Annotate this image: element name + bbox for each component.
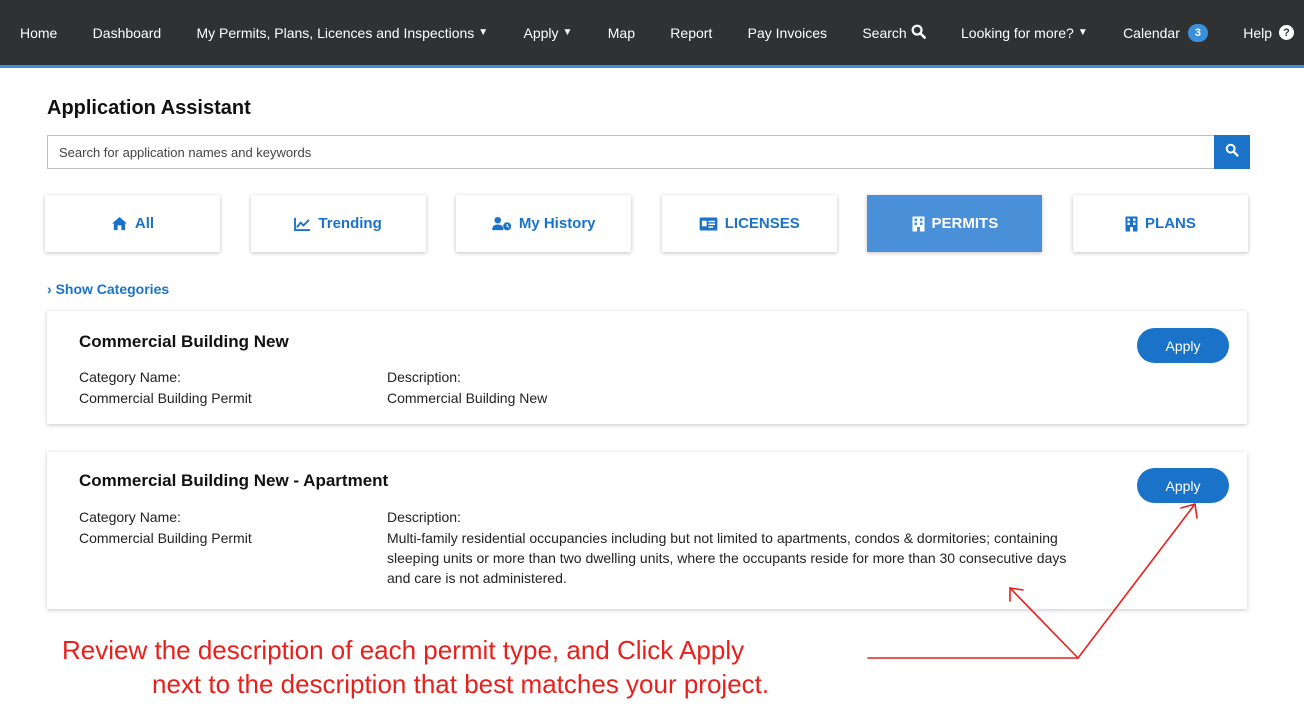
description-text: Commercial Building New: [387, 388, 547, 408]
tab-permits[interactable]: PERMITS: [867, 195, 1043, 252]
nav-home[interactable]: Home: [20, 25, 57, 41]
caret-down-icon: ▼: [1077, 27, 1088, 38]
tab-all-label: All: [134, 215, 155, 232]
description-text: Multi-family residential occupancies inc…: [387, 528, 1177, 588]
nav-my-permits-label: My Permits, Plans, Licences and Inspecti…: [196, 24, 475, 41]
show-categories-link[interactable]: › Show Categories: [47, 281, 169, 297]
nav-dashboard[interactable]: Dashboard: [93, 25, 162, 41]
tab-my-history[interactable]: My History: [456, 195, 632, 252]
search-input[interactable]: [47, 135, 1214, 169]
nav-help-label: Help: [1243, 24, 1272, 41]
tab-plans[interactable]: PLANS: [1072, 195, 1248, 252]
show-categories-label: Show Categories: [55, 281, 170, 297]
tab-trending[interactable]: Trending: [250, 195, 426, 252]
category-name-value: Commercial Building Permit: [79, 390, 252, 406]
nav-apply[interactable]: Apply ▼: [524, 25, 573, 41]
nav-my-permits[interactable]: My Permits, Plans, Licences and Inspecti…: [196, 25, 488, 41]
building-icon: [912, 216, 925, 232]
calendar-count-badge: 3: [1187, 23, 1208, 42]
tab-licenses-label: LICENSES: [724, 215, 800, 232]
home-icon: [111, 216, 128, 231]
nav-map-label: Map: [607, 24, 635, 41]
permit-card: Commercial Building New - Apartment Cate…: [47, 452, 1247, 609]
nav-dashboard-label: Dashboard: [92, 24, 162, 41]
category-name-label: Category Name:: [79, 369, 181, 385]
description-line: sleeping units or more than two dwelling…: [387, 550, 1067, 566]
nav-apply-label: Apply: [523, 24, 559, 41]
search-icon: [911, 24, 926, 42]
nav-pay-invoices[interactable]: Pay Invoices: [748, 25, 827, 41]
tab-trending-label: Trending: [318, 215, 382, 232]
annotation-line-2: next to the description that best matche…: [152, 669, 770, 699]
filter-tabs: All Trending My History LICENSES PERMITS…: [45, 195, 1248, 252]
nav-search[interactable]: Search: [862, 24, 926, 42]
trend-chart-icon: [294, 217, 311, 231]
nav-calendar[interactable]: Calendar 3: [1123, 23, 1208, 42]
apply-button[interactable]: Apply: [1137, 468, 1229, 503]
description-line: Multi-family residential occupancies inc…: [387, 530, 1058, 546]
nav-report-label: Report: [670, 24, 713, 41]
description-label: Description:: [387, 369, 461, 385]
tab-plans-label: PLANS: [1145, 215, 1196, 232]
chevron-right-icon: ›: [47, 281, 52, 297]
nav-help[interactable]: Help?: [1243, 25, 1294, 41]
description-label: Description:: [387, 509, 461, 525]
nav-pay-invoices-label: Pay Invoices: [747, 24, 828, 41]
permit-card: Commercial Building New Category Name: C…: [47, 311, 1247, 424]
page-title: Application Assistant: [47, 97, 251, 119]
nav-search-label: Search: [862, 24, 907, 41]
description-line: Commercial Building New: [387, 390, 548, 406]
tab-licenses[interactable]: LICENSES: [661, 195, 837, 252]
user-history-icon: [492, 216, 512, 231]
tab-permits-label: PERMITS: [931, 215, 999, 232]
category-name-label: Category Name:: [79, 509, 181, 525]
id-card-icon: [699, 216, 718, 231]
permit-card-title: Commercial Building New: [79, 332, 289, 351]
nav-calendar-label: Calendar: [1123, 24, 1180, 41]
apply-button[interactable]: Apply: [1137, 328, 1229, 363]
tab-all[interactable]: All: [45, 195, 220, 252]
caret-down-icon: ▼: [562, 27, 573, 38]
permit-card-title: Commercial Building New - Apartment: [79, 471, 389, 490]
tab-my-history-label: My History: [518, 215, 596, 232]
nav-map[interactable]: Map: [608, 25, 635, 41]
top-nav-bar: Home Dashboard My Permits, Plans, Licenc…: [0, 0, 1304, 68]
description-line: and care is not administered.: [387, 570, 567, 586]
nav-looking-for-more[interactable]: Looking for more? ▼: [961, 25, 1088, 41]
annotation-line-1: Review the description of each permit ty…: [62, 635, 745, 665]
question-circle-icon: ?: [1279, 25, 1294, 40]
search-button[interactable]: [1214, 135, 1250, 169]
nav-home-label: Home: [20, 24, 58, 41]
search-bar: [47, 135, 1250, 169]
nav-looking-for-more-label: Looking for more?: [961, 24, 1074, 41]
nav-report[interactable]: Report: [670, 25, 712, 41]
caret-down-icon: ▼: [478, 27, 489, 38]
building-icon: [1125, 216, 1138, 232]
search-icon: [1225, 143, 1239, 162]
category-name-value: Commercial Building Permit: [79, 530, 252, 546]
